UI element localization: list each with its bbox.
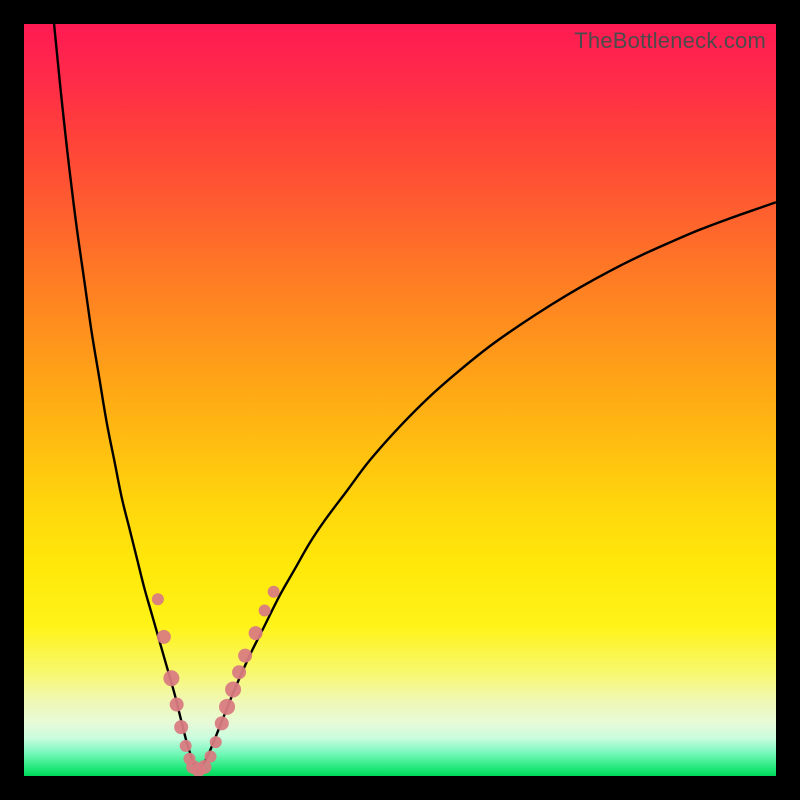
curve-marker: [205, 750, 217, 762]
curve-marker: [180, 740, 192, 752]
outer-frame: TheBottleneck.com: [0, 0, 800, 800]
markers: [152, 586, 280, 776]
curve-marker: [215, 716, 229, 730]
curve-marker: [157, 630, 171, 644]
curve-marker: [210, 736, 222, 748]
right-curve: [197, 202, 776, 771]
left-curve: [54, 24, 197, 771]
curve-marker: [268, 586, 280, 598]
curve-marker: [163, 670, 179, 686]
curve-marker: [170, 698, 184, 712]
curve-marker: [238, 649, 252, 663]
curve-marker: [249, 626, 263, 640]
curve-marker: [152, 593, 164, 605]
plot-area: TheBottleneck.com: [24, 24, 776, 776]
curve-marker: [174, 720, 188, 734]
curve-marker: [219, 699, 235, 715]
curve-marker: [232, 665, 246, 679]
curve-layer: [24, 24, 776, 776]
curve-marker: [225, 682, 241, 698]
curve-marker: [259, 605, 271, 617]
